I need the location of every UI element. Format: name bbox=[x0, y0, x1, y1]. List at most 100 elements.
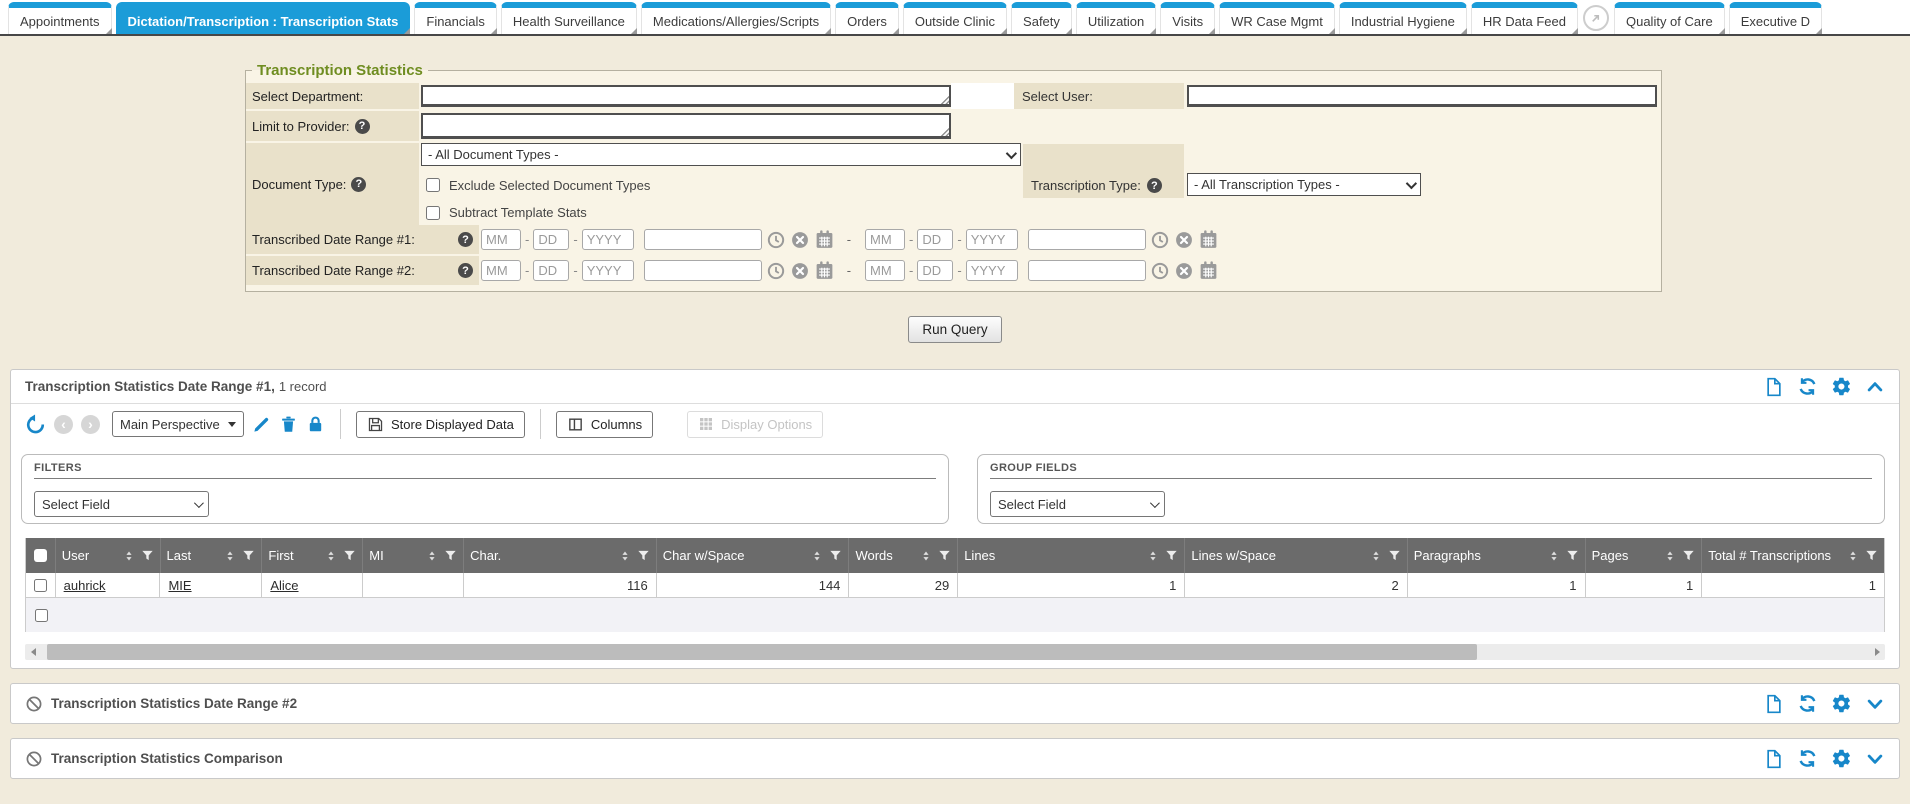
tab-appointments[interactable]: Appointments bbox=[8, 2, 112, 34]
clear-date-icon[interactable] bbox=[790, 261, 810, 281]
range2-end-day-input[interactable] bbox=[917, 260, 953, 281]
filter-funnel-icon[interactable] bbox=[1388, 549, 1401, 562]
tab-hr-data-feed[interactable]: HR Data Feed bbox=[1471, 2, 1578, 34]
filter-funnel-icon[interactable] bbox=[242, 549, 255, 562]
sort-icon[interactable] bbox=[1547, 549, 1561, 563]
sort-icon[interactable] bbox=[810, 549, 824, 563]
collapse-icon[interactable] bbox=[1865, 377, 1885, 397]
footer-checkbox[interactable] bbox=[35, 609, 48, 622]
col-header-char[interactable]: Char. bbox=[464, 538, 657, 573]
filter-funnel-icon[interactable] bbox=[141, 549, 154, 562]
sort-icon[interactable] bbox=[919, 549, 933, 563]
select-user-input[interactable] bbox=[1189, 87, 1655, 104]
range1-end-month-input[interactable] bbox=[865, 229, 905, 250]
help-icon[interactable]: ? bbox=[355, 119, 370, 134]
document-type-select[interactable]: - All Document Types - bbox=[421, 143, 1021, 166]
sort-icon[interactable] bbox=[425, 549, 439, 563]
calendar-icon[interactable] bbox=[1198, 260, 1219, 281]
gear-icon[interactable] bbox=[1831, 748, 1852, 769]
first-name-link[interactable]: Alice bbox=[270, 578, 298, 593]
expand-icon[interactable] bbox=[1865, 749, 1885, 769]
tab-orders[interactable]: Orders bbox=[835, 2, 899, 34]
new-page-icon[interactable] bbox=[1764, 377, 1784, 397]
range1-start-month-input[interactable] bbox=[481, 229, 521, 250]
select-department-input[interactable] bbox=[423, 87, 949, 104]
select-all-checkbox[interactable] bbox=[34, 549, 47, 562]
range1-end-year-input[interactable] bbox=[966, 229, 1018, 250]
transcription-type-select[interactable]: - All Transcription Types - bbox=[1187, 173, 1421, 196]
refresh-icon[interactable] bbox=[1797, 376, 1818, 397]
clock-icon[interactable] bbox=[766, 230, 786, 250]
tab-safety[interactable]: Safety bbox=[1011, 2, 1072, 34]
sort-icon[interactable] bbox=[324, 549, 338, 563]
clear-date-icon[interactable] bbox=[1174, 230, 1194, 250]
next-icon[interactable]: › bbox=[81, 415, 100, 434]
tab-industrial-hygiene[interactable]: Industrial Hygiene bbox=[1339, 2, 1467, 34]
group-fields-field-select[interactable]: Select Field bbox=[990, 491, 1165, 517]
scroll-left-arrow[interactable] bbox=[25, 644, 41, 660]
clear-date-icon[interactable] bbox=[1174, 261, 1194, 281]
gear-icon[interactable] bbox=[1831, 376, 1852, 397]
filter-funnel-icon[interactable] bbox=[1865, 549, 1878, 562]
filter-funnel-icon[interactable] bbox=[1682, 549, 1695, 562]
filter-funnel-icon[interactable] bbox=[343, 549, 356, 562]
external-link-icon[interactable] bbox=[1583, 5, 1609, 31]
range1-start-time-input[interactable] bbox=[644, 229, 762, 250]
sort-icon[interactable] bbox=[1146, 549, 1160, 563]
col-header-words[interactable]: Words bbox=[849, 538, 958, 573]
col-header-user[interactable]: User bbox=[56, 538, 161, 573]
help-icon[interactable]: ? bbox=[458, 232, 473, 247]
range2-start-day-input[interactable] bbox=[533, 260, 569, 281]
range2-start-time-input[interactable] bbox=[644, 260, 762, 281]
col-header-first[interactable]: First bbox=[262, 538, 363, 573]
last-name-link[interactable]: MIE bbox=[168, 578, 191, 593]
range1-end-time-input[interactable] bbox=[1028, 229, 1146, 250]
tab-dictation-transcription-stats[interactable]: Dictation/Transcription : Transcription … bbox=[116, 2, 411, 34]
range2-start-month-input[interactable] bbox=[481, 260, 521, 281]
sort-icon[interactable] bbox=[618, 549, 632, 563]
trash-icon[interactable] bbox=[279, 415, 298, 434]
new-page-icon[interactable] bbox=[1764, 694, 1784, 714]
perspective-select[interactable]: Main Perspective bbox=[112, 411, 244, 437]
tab-medications-allergies-scripts[interactable]: Medications/Allergies/Scripts bbox=[641, 2, 831, 34]
col-header-last[interactable]: Last bbox=[161, 538, 263, 573]
filter-funnel-icon[interactable] bbox=[637, 549, 650, 562]
refresh-icon[interactable] bbox=[1797, 748, 1818, 769]
calendar-icon[interactable] bbox=[814, 260, 835, 281]
range2-end-year-input[interactable] bbox=[966, 260, 1018, 281]
calendar-icon[interactable] bbox=[814, 229, 835, 250]
col-header-lines-w-space[interactable]: Lines w/Space bbox=[1185, 538, 1407, 573]
range2-start-year-input[interactable] bbox=[582, 260, 634, 281]
exclude-document-types-checkbox[interactable] bbox=[426, 178, 440, 192]
range2-end-time-input[interactable] bbox=[1028, 260, 1146, 281]
help-icon[interactable]: ? bbox=[458, 263, 473, 278]
filter-funnel-icon[interactable] bbox=[1165, 549, 1178, 562]
scrollbar-thumb[interactable] bbox=[47, 644, 1477, 660]
clear-date-icon[interactable] bbox=[790, 230, 810, 250]
filter-funnel-icon[interactable] bbox=[829, 549, 842, 562]
range1-start-day-input[interactable] bbox=[533, 229, 569, 250]
tab-quality-of-care[interactable]: Quality of Care bbox=[1614, 2, 1725, 34]
run-query-button[interactable]: Run Query bbox=[908, 316, 1001, 343]
range2-end-month-input[interactable] bbox=[865, 260, 905, 281]
reset-icon[interactable] bbox=[25, 414, 46, 435]
filter-funnel-icon[interactable] bbox=[1566, 549, 1579, 562]
clock-icon[interactable] bbox=[1150, 230, 1170, 250]
user-link[interactable]: auhrick bbox=[64, 578, 106, 593]
col-header-paragraphs[interactable]: Paragraphs bbox=[1408, 538, 1586, 573]
row-checkbox[interactable] bbox=[34, 579, 47, 592]
edit-icon[interactable] bbox=[252, 415, 271, 434]
sort-icon[interactable] bbox=[1663, 549, 1677, 563]
scroll-right-arrow[interactable] bbox=[1869, 644, 1885, 660]
sort-icon[interactable] bbox=[1369, 549, 1383, 563]
filter-funnel-icon[interactable] bbox=[938, 549, 951, 562]
calendar-icon[interactable] bbox=[1198, 229, 1219, 250]
subtract-template-stats-checkbox[interactable] bbox=[426, 206, 440, 220]
sort-icon[interactable] bbox=[122, 549, 136, 563]
tab-financials[interactable]: Financials bbox=[414, 2, 497, 34]
store-displayed-data-button[interactable]: Store Displayed Data bbox=[356, 411, 525, 438]
filters-field-select[interactable]: Select Field bbox=[34, 491, 209, 517]
new-page-icon[interactable] bbox=[1764, 749, 1784, 769]
help-icon[interactable]: ? bbox=[351, 177, 366, 192]
col-header-lines[interactable]: Lines bbox=[958, 538, 1185, 573]
